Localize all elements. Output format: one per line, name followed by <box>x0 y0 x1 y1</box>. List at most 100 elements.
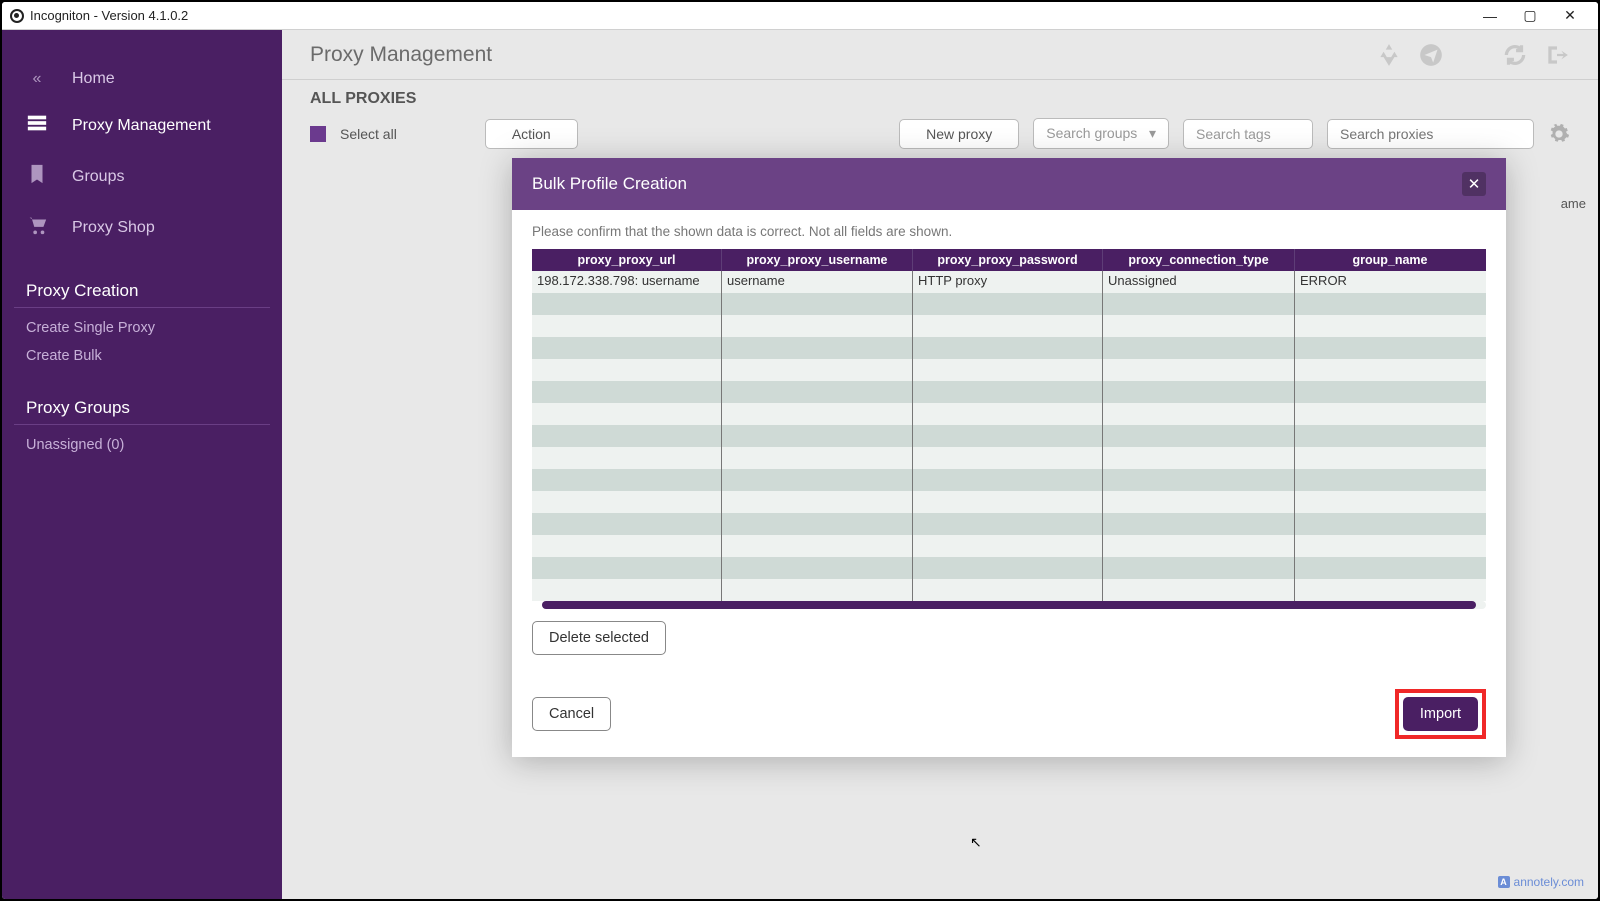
select-all-label: Select all <box>340 126 397 142</box>
cell <box>913 579 1103 601</box>
cell <box>722 293 913 315</box>
search-tags-select[interactable]: Search tags <box>1183 119 1313 149</box>
cell <box>722 403 913 425</box>
modal-header: Bulk Profile Creation ✕ <box>512 158 1506 210</box>
close-window-button[interactable]: ✕ <box>1550 7 1590 24</box>
table-row[interactable] <box>532 579 1486 601</box>
cell <box>1295 579 1485 601</box>
col-proxy-username: proxy_proxy_username <box>722 249 913 271</box>
table-row[interactable] <box>532 469 1486 491</box>
cell <box>913 293 1103 315</box>
cell <box>532 381 722 403</box>
cell <box>532 513 722 535</box>
section-proxy-groups: Proxy Groups <box>14 388 270 425</box>
table-row[interactable] <box>532 447 1486 469</box>
table-row[interactable] <box>532 337 1486 359</box>
action-button[interactable]: Action <box>485 119 578 149</box>
table-row[interactable] <box>532 491 1486 513</box>
table-row[interactable]: 198.172.338.798: usernameusernameHTTP pr… <box>532 271 1486 293</box>
cell <box>1103 403 1295 425</box>
cell <box>532 447 722 469</box>
controls-row: Select all Action New proxy Search group… <box>282 108 1598 159</box>
app-logo-icon <box>10 9 24 23</box>
select-all-checkbox[interactable] <box>310 126 326 142</box>
col-group-name: group_name <box>1295 249 1485 271</box>
cell <box>532 293 722 315</box>
minimize-button[interactable]: — <box>1470 8 1510 24</box>
cell <box>913 447 1103 469</box>
maximize-button[interactable]: ▢ <box>1510 7 1550 24</box>
logout-icon[interactable] <box>1544 42 1570 68</box>
cell <box>1295 513 1485 535</box>
cell <box>722 469 913 491</box>
delete-selected-button[interactable]: Delete selected <box>532 621 666 655</box>
horizontal-scrollbar[interactable] <box>542 601 1486 609</box>
nav-proxy-shop[interactable]: Proxy Shop <box>2 202 282 253</box>
cell <box>1295 381 1485 403</box>
refresh-icon[interactable] <box>1502 42 1528 68</box>
cell <box>913 513 1103 535</box>
nav-groups[interactable]: Groups <box>2 151 282 202</box>
window-title: Incogniton - Version 4.1.0.2 <box>30 8 188 23</box>
table-row[interactable] <box>532 557 1486 579</box>
cell <box>1295 469 1485 491</box>
nav-home[interactable]: « Home <box>2 58 282 100</box>
import-button[interactable]: Import <box>1403 697 1478 731</box>
modal-note: Please confirm that the shown data is co… <box>532 224 1486 239</box>
grid-header: proxy_proxy_url proxy_proxy_username pro… <box>532 249 1486 271</box>
sub-create-bulk[interactable]: Create Bulk <box>2 342 282 370</box>
recycle-icon[interactable] <box>1376 42 1402 68</box>
sub-create-single[interactable]: Create Single Proxy <box>2 314 282 342</box>
table-row[interactable] <box>532 293 1486 315</box>
table-row[interactable] <box>532 359 1486 381</box>
topbar: Proxy Management <box>282 30 1598 80</box>
modal-close-button[interactable]: ✕ <box>1462 172 1486 196</box>
search-proxies-input[interactable] <box>1327 119 1534 149</box>
watermark: A annotely.com <box>1498 875 1584 889</box>
cell <box>913 337 1103 359</box>
bulk-creation-modal: Bulk Profile Creation ✕ Please confirm t… <box>512 158 1506 757</box>
table-row[interactable] <box>532 315 1486 337</box>
cell <box>1103 425 1295 447</box>
cell <box>722 491 913 513</box>
settings-gear-icon[interactable] <box>1548 123 1570 145</box>
page-title: Proxy Management <box>310 43 492 67</box>
modal-title: Bulk Profile Creation <box>532 174 687 194</box>
cell <box>722 557 913 579</box>
table-row[interactable] <box>532 513 1486 535</box>
nav-label: Proxy Shop <box>72 219 155 237</box>
cell <box>1295 337 1485 359</box>
nav-proxy-management[interactable]: Proxy Management <box>2 100 282 151</box>
moon-icon[interactable] <box>1460 42 1486 68</box>
table-row[interactable] <box>532 425 1486 447</box>
cursor-icon: ↖ <box>970 834 982 851</box>
cell <box>722 425 913 447</box>
sub-unassigned[interactable]: Unassigned (0) <box>2 431 282 459</box>
cancel-button[interactable]: Cancel <box>532 697 611 731</box>
cell <box>532 535 722 557</box>
cell <box>722 315 913 337</box>
nav-label: Home <box>72 70 115 88</box>
list-icon <box>26 112 48 139</box>
table-row[interactable] <box>532 403 1486 425</box>
cell <box>722 535 913 557</box>
search-groups-select[interactable]: Search groups ▾ <box>1033 118 1169 149</box>
table-row[interactable] <box>532 381 1486 403</box>
cell <box>1103 557 1295 579</box>
col-proxy-url: proxy_proxy_url <box>532 249 722 271</box>
cell <box>1103 293 1295 315</box>
cell <box>532 359 722 381</box>
send-icon[interactable] <box>1418 42 1444 68</box>
cell <box>1295 557 1485 579</box>
cell <box>913 535 1103 557</box>
cell: Unassigned <box>1103 271 1295 293</box>
preview-grid: proxy_proxy_url proxy_proxy_username pro… <box>532 249 1486 609</box>
cell <box>913 359 1103 381</box>
table-row[interactable] <box>532 535 1486 557</box>
cell <box>532 403 722 425</box>
cell <box>1103 447 1295 469</box>
cell: HTTP proxy <box>913 271 1103 293</box>
new-proxy-button[interactable]: New proxy <box>899 119 1019 149</box>
cell <box>722 359 913 381</box>
main-content: Proxy Management ALL PROXIES Select all … <box>282 30 1598 899</box>
